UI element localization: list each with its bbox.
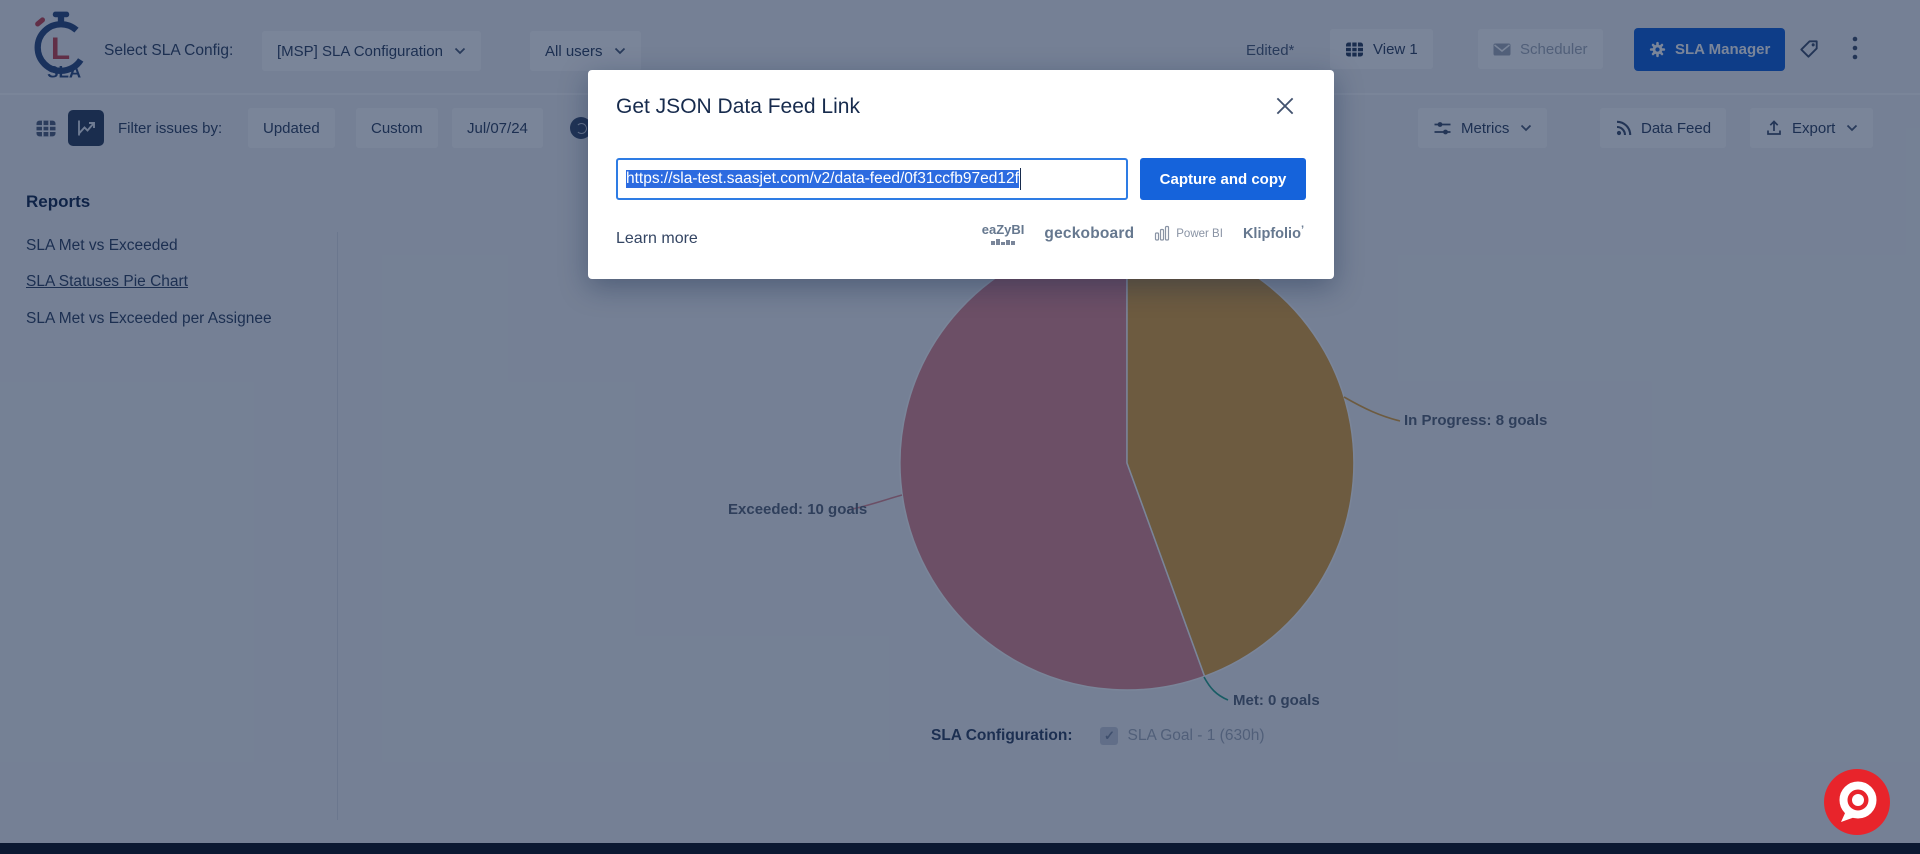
- eazybi-logo[interactable]: eaZyBI: [982, 222, 1025, 245]
- partner-logos: eaZyBI geckoboard Power BI Klipfolio: [982, 222, 1304, 245]
- support-chat-widget[interactable]: [1824, 769, 1890, 835]
- modal-title: Get JSON Data Feed Link: [616, 95, 860, 119]
- geckoboard-logo[interactable]: geckoboard: [1044, 225, 1134, 243]
- capture-and-copy-button[interactable]: Capture and copy: [1140, 158, 1306, 200]
- learn-more-link[interactable]: Learn more: [616, 230, 698, 248]
- json-data-feed-modal: Get JSON Data Feed Link https://sla-test…: [588, 70, 1334, 279]
- power-bi-icon: [1154, 225, 1171, 242]
- data-feed-url-input[interactable]: https://sla-test.saasjet.com/v2/data-fee…: [616, 158, 1128, 200]
- close-icon[interactable]: [1272, 94, 1298, 120]
- power-bi-logo[interactable]: Power BI: [1154, 225, 1223, 242]
- klipfolio-logo[interactable]: Klipfolio: [1243, 226, 1304, 242]
- url-selected-text: https://sla-test.saasjet.com/v2/data-fee…: [626, 170, 1019, 188]
- text-caret: [1020, 168, 1022, 190]
- chat-bubble-target-icon: [1824, 769, 1890, 835]
- app-root: L SLA Select SLA Config: [MSP] SLA Confi…: [0, 0, 1920, 854]
